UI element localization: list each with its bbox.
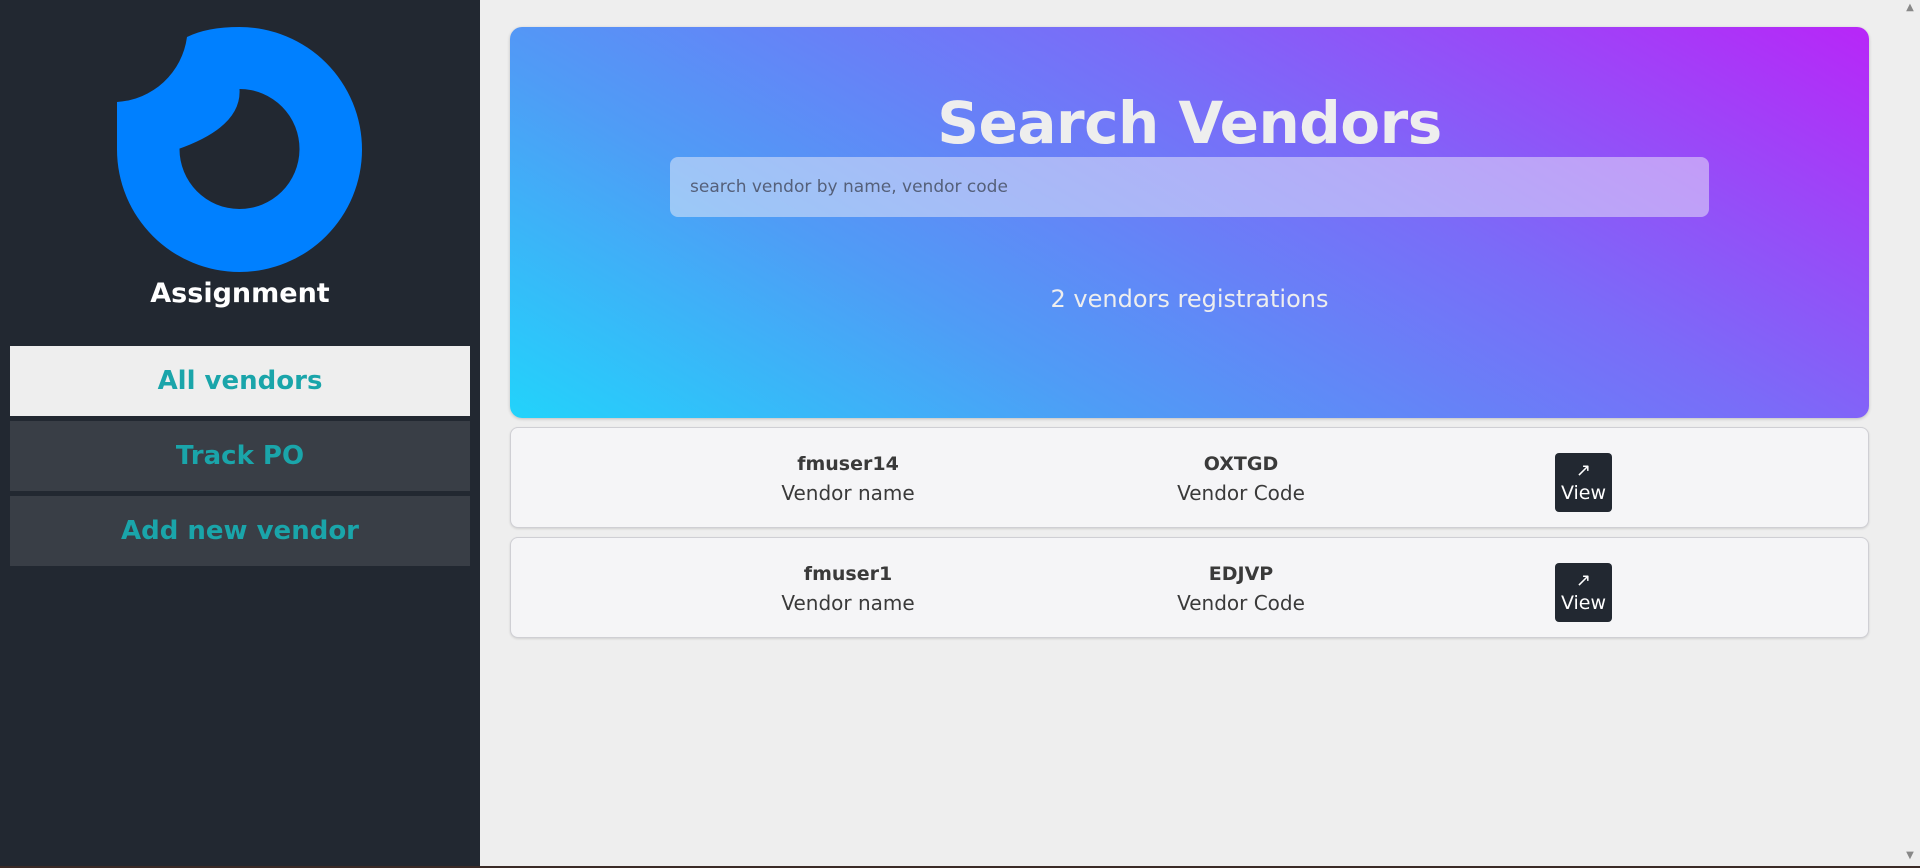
vendor-code: OXTGD (1203, 452, 1279, 475)
vendor-name-label: Vendor name (781, 480, 915, 505)
vendor-code-field: EDJVP Vendor Code (1111, 538, 1371, 639)
vendor-name-label: Vendor name (781, 590, 915, 615)
scroll-down-icon[interactable]: ▼ (1904, 850, 1916, 862)
vendor-code-label: Vendor Code (1177, 480, 1305, 505)
vendor-name-field: fmuser1 Vendor name (718, 538, 978, 639)
nav-item-add-new-vendor[interactable]: Add new vendor (10, 496, 470, 566)
vendor-name-field: fmuser14 Vendor name (718, 428, 978, 529)
page-title: Search Vendors (937, 89, 1442, 157)
search-input[interactable] (670, 157, 1709, 217)
logo-icon (117, 27, 362, 272)
scrollbar[interactable]: ▲ ▼ (1900, 0, 1920, 866)
nav-item-label: All vendors (157, 366, 323, 396)
vendor-name: fmuser1 (803, 562, 893, 585)
view-button-label: View (1560, 591, 1607, 614)
search-header: Search Vendors 2 vendors registrations (510, 27, 1869, 418)
vendor-card: fmuser14 Vendor name OXTGD Vendor Code ↗… (510, 427, 1869, 528)
sidebar: Assignment All vendors Track PO Add new … (0, 0, 480, 866)
view-button[interactable]: ↗ View (1555, 453, 1612, 512)
nav-item-label: Add new vendor (121, 516, 359, 546)
main-content: Search Vendors 2 vendors registrations f… (480, 0, 1900, 866)
vendor-code-field: OXTGD Vendor Code (1111, 428, 1371, 529)
vendor-count: 2 vendors registrations (1050, 285, 1329, 313)
view-button-label: View (1560, 481, 1607, 504)
vendor-card: fmuser1 Vendor name EDJVP Vendor Code ↗ … (510, 537, 1869, 638)
external-link-icon: ↗ (1575, 569, 1592, 591)
view-button[interactable]: ↗ View (1555, 563, 1612, 622)
app-title: Assignment (150, 278, 330, 309)
nav-item-track-po[interactable]: Track PO (10, 421, 470, 491)
scroll-up-icon[interactable]: ▲ (1904, 2, 1916, 14)
vendor-code-label: Vendor Code (1177, 590, 1305, 615)
external-link-icon: ↗ (1575, 459, 1592, 481)
nav-item-all-vendors[interactable]: All vendors (10, 346, 470, 416)
nav-item-label: Track PO (175, 441, 305, 471)
vendor-name: fmuser14 (797, 452, 899, 475)
vendor-code: EDJVP (1208, 562, 1274, 585)
